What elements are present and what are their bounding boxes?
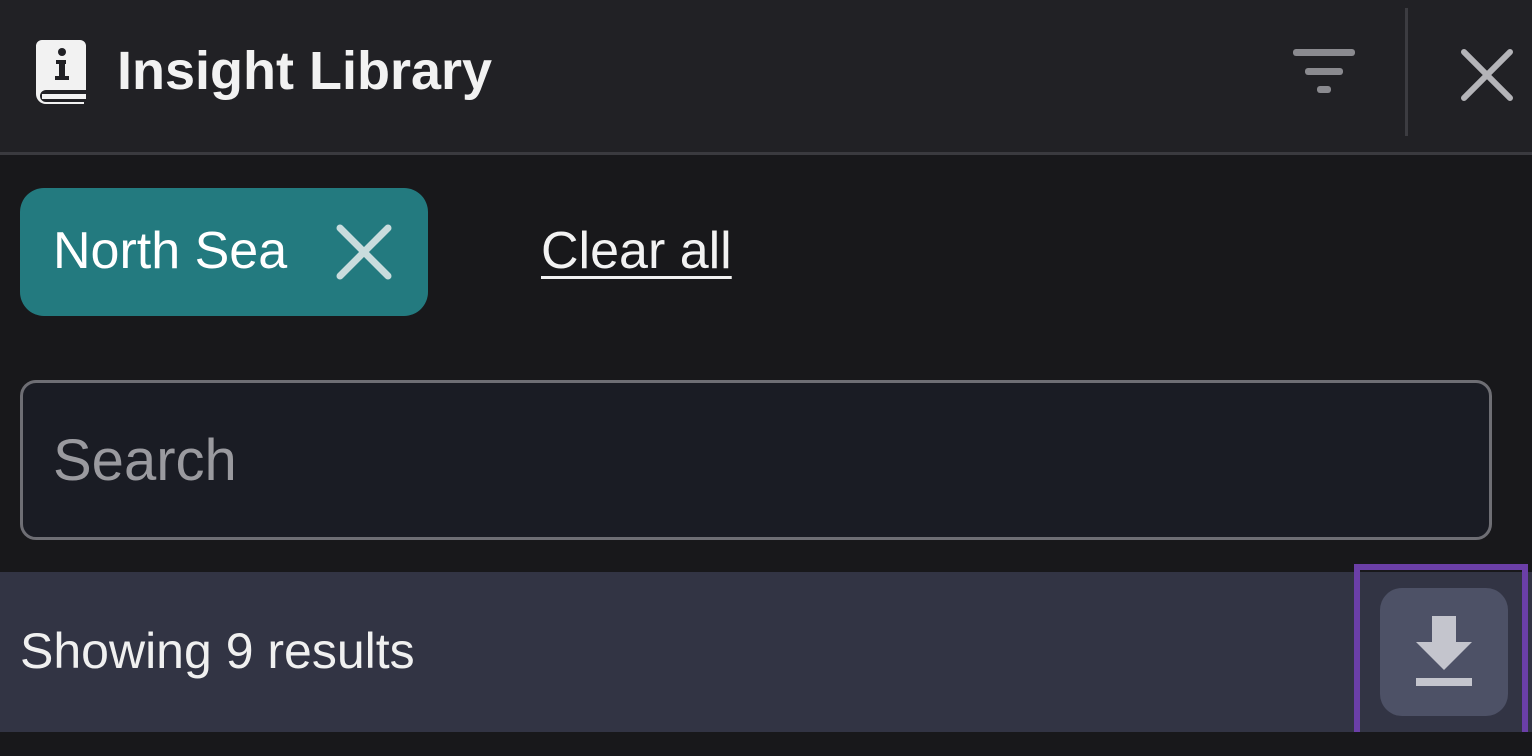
panel-bottom-strip	[0, 732, 1532, 756]
insight-library-panel: Insight Library North Sea Clear all Show…	[0, 0, 1532, 756]
close-icon[interactable]	[334, 222, 394, 282]
download-button[interactable]	[1380, 588, 1508, 716]
clear-all-link[interactable]: Clear all	[541, 218, 732, 284]
book-info-icon	[36, 40, 86, 104]
filter-chip-north-sea[interactable]: North Sea	[20, 188, 428, 316]
results-bar: Showing 9 results	[0, 564, 1532, 742]
header-divider	[1405, 8, 1408, 136]
search-input[interactable]	[53, 383, 1453, 537]
panel-header: Insight Library	[0, 0, 1532, 155]
download-icon	[1416, 616, 1472, 686]
close-icon[interactable]	[1456, 44, 1518, 106]
page-title: Insight Library	[117, 41, 493, 101]
search-field	[20, 380, 1492, 540]
filter-icon[interactable]	[1286, 42, 1362, 100]
results-count: Showing 9 results	[20, 623, 415, 679]
filter-chip-label: North Sea	[53, 222, 288, 280]
